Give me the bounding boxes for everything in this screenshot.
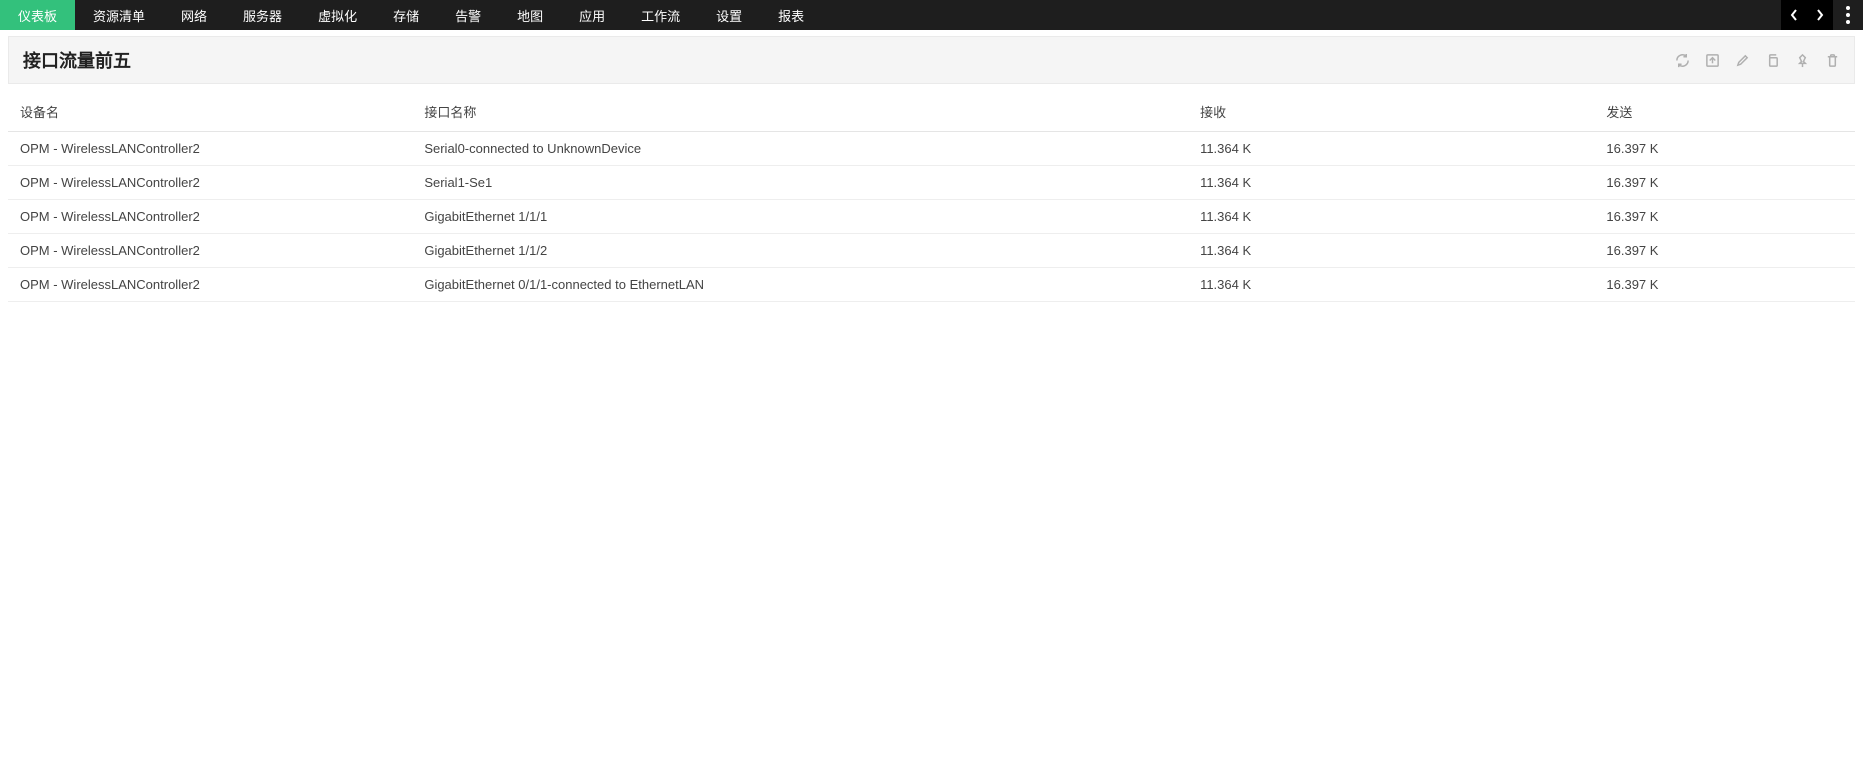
table-row[interactable]: OPM - WirelessLANController2 GigabitEthe… <box>8 268 1855 302</box>
nav-item-virtualization[interactable]: 虚拟化 <box>300 0 375 30</box>
cell-tx: 16.397 K <box>1596 268 1855 302</box>
nav-item-label: 应用 <box>579 6 605 25</box>
table-header-row: 设备名 接口名称 接收 发送 <box>8 92 1855 132</box>
top-navbar: 仪表板 资源清单 网络 服务器 虚拟化 存储 告警 地图 应用 工作流 设置 报… <box>0 0 1863 30</box>
nav-item-label: 服务器 <box>243 6 282 25</box>
cell-interface: GigabitEthernet 0/1/1-connected to Ether… <box>414 268 1190 302</box>
refresh-button[interactable] <box>1674 52 1690 68</box>
table-row[interactable]: OPM - WirelessLANController2 GigabitEthe… <box>8 234 1855 268</box>
nav-item-label: 告警 <box>455 6 481 25</box>
navbar-spacer <box>822 0 1781 30</box>
cell-device: OPM - WirelessLANController2 <box>8 166 414 200</box>
cell-tx: 16.397 K <box>1596 200 1855 234</box>
interface-traffic-table-wrap: 设备名 接口名称 接收 发送 OPM - WirelessLANControll… <box>8 92 1855 302</box>
nav-item-label: 虚拟化 <box>318 6 357 25</box>
nav-arrow-group <box>1781 0 1833 30</box>
nav-item-workflow[interactable]: 工作流 <box>623 0 698 30</box>
nav-item-apps[interactable]: 应用 <box>561 0 623 30</box>
widget-title: 接口流量前五 <box>23 47 1674 73</box>
nav-item-alarms[interactable]: 告警 <box>437 0 499 30</box>
cell-rx: 11.364 K <box>1190 268 1596 302</box>
nav-item-servers[interactable]: 服务器 <box>225 0 300 30</box>
nav-item-label: 设置 <box>716 6 742 25</box>
chevron-left-icon <box>1789 8 1799 22</box>
nav-item-label: 网络 <box>181 6 207 25</box>
cell-interface: Serial0-connected to UnknownDevice <box>414 132 1190 166</box>
nav-item-label: 资源清单 <box>93 6 145 25</box>
cell-device: OPM - WirelessLANController2 <box>8 234 414 268</box>
nav-item-label: 报表 <box>778 6 804 25</box>
col-device[interactable]: 设备名 <box>8 92 414 132</box>
cell-rx: 11.364 K <box>1190 200 1596 234</box>
chevron-right-icon <box>1815 8 1825 22</box>
export-button[interactable] <box>1704 52 1720 68</box>
nav-item-reports[interactable]: 报表 <box>760 0 822 30</box>
nav-item-inventory[interactable]: 资源清单 <box>75 0 163 30</box>
nav-item-maps[interactable]: 地图 <box>499 0 561 30</box>
edit-icon <box>1735 53 1750 68</box>
widget-header: 接口流量前五 <box>8 36 1855 84</box>
widget-actions <box>1674 52 1840 68</box>
cell-device: OPM - WirelessLANController2 <box>8 268 414 302</box>
nav-prev-button[interactable] <box>1781 0 1807 30</box>
cell-rx: 11.364 K <box>1190 132 1596 166</box>
table-row[interactable]: OPM - WirelessLANController2 Serial0-con… <box>8 132 1855 166</box>
col-rx[interactable]: 接收 <box>1190 92 1596 132</box>
table-row[interactable]: OPM - WirelessLANController2 Serial1-Se1… <box>8 166 1855 200</box>
delete-icon <box>1825 53 1840 68</box>
cell-rx: 11.364 K <box>1190 166 1596 200</box>
cell-interface: GigabitEthernet 1/1/1 <box>414 200 1190 234</box>
kebab-icon <box>1846 6 1850 24</box>
col-interface[interactable]: 接口名称 <box>414 92 1190 132</box>
nav-item-label: 工作流 <box>641 6 680 25</box>
delete-button[interactable] <box>1824 52 1840 68</box>
cell-device: OPM - WirelessLANController2 <box>8 132 414 166</box>
pin-button[interactable] <box>1794 52 1810 68</box>
export-icon <box>1705 53 1720 68</box>
col-tx[interactable]: 发送 <box>1596 92 1855 132</box>
nav-item-dashboard[interactable]: 仪表板 <box>0 0 75 30</box>
nav-item-label: 存储 <box>393 6 419 25</box>
copy-button[interactable] <box>1764 52 1780 68</box>
cell-tx: 16.397 K <box>1596 132 1855 166</box>
interface-traffic-table: 设备名 接口名称 接收 发送 OPM - WirelessLANControll… <box>8 92 1855 302</box>
nav-item-storage[interactable]: 存储 <box>375 0 437 30</box>
nav-item-network[interactable]: 网络 <box>163 0 225 30</box>
cell-tx: 16.397 K <box>1596 166 1855 200</box>
edit-button[interactable] <box>1734 52 1750 68</box>
nav-item-label: 地图 <box>517 6 543 25</box>
nav-more-button[interactable] <box>1833 0 1863 30</box>
table-row[interactable]: OPM - WirelessLANController2 GigabitEthe… <box>8 200 1855 234</box>
cell-device: OPM - WirelessLANController2 <box>8 200 414 234</box>
nav-item-settings[interactable]: 设置 <box>698 0 760 30</box>
cell-interface: GigabitEthernet 1/1/2 <box>414 234 1190 268</box>
nav-item-label: 仪表板 <box>18 6 57 25</box>
cell-rx: 11.364 K <box>1190 234 1596 268</box>
nav-next-button[interactable] <box>1807 0 1833 30</box>
copy-icon <box>1765 53 1780 68</box>
cell-interface: Serial1-Se1 <box>414 166 1190 200</box>
cell-tx: 16.397 K <box>1596 234 1855 268</box>
pin-icon <box>1795 53 1810 68</box>
refresh-icon <box>1675 53 1690 68</box>
